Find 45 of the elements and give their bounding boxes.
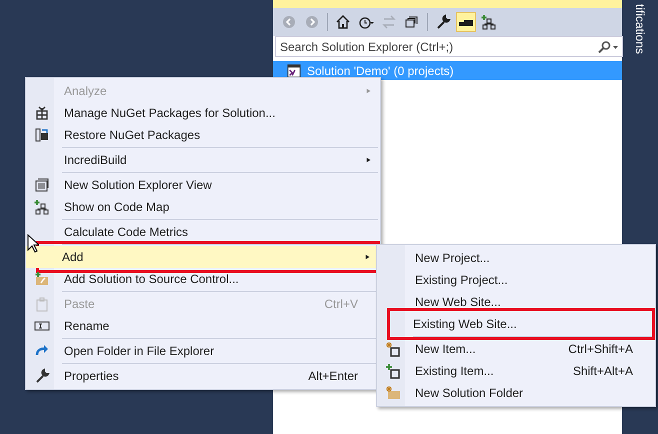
forward-icon	[304, 14, 320, 30]
menu-item[interactable]: Restore NuGet Packages	[28, 124, 378, 146]
menu-item[interactable]: Open Folder in File Explorer	[28, 340, 378, 362]
submenu-arrow-icon	[366, 87, 372, 95]
new-item-icon	[385, 341, 401, 357]
menu-item[interactable]: Properties Alt+Enter	[28, 365, 378, 387]
menu-item[interactable]: Existing Item... Shift+Alt+A	[379, 360, 653, 382]
menu-item[interactable]: New Project...	[379, 247, 653, 269]
menu-item[interactable]: New Solution Folder	[379, 382, 653, 404]
menu-item[interactable]: Existing Project...	[379, 269, 653, 291]
shortcut-text: Alt+Enter	[308, 368, 358, 385]
submenu-arrow-icon	[365, 253, 371, 261]
menu-item[interactable]: Show on Code Map	[28, 196, 378, 218]
menu-item[interactable]: Manage NuGet Packages for Solution...	[28, 102, 378, 124]
menu-item[interactable]: New Item... Ctrl+Shift+A	[379, 338, 653, 360]
shortcut-text: Shift+Alt+A	[572, 363, 633, 380]
search-field[interactable]: Search Solution Explorer (Ctrl+;)	[275, 36, 623, 57]
menu-item[interactable]: New Solution Explorer View	[28, 174, 378, 196]
mouse-cursor-icon	[27, 234, 39, 253]
clipboard-icon	[34, 296, 50, 312]
menu-item[interactable]: Add Solution to Source Control...	[28, 268, 378, 290]
restore-icon	[34, 127, 50, 143]
menu-item[interactable]: Calculate Code Metrics	[28, 221, 378, 243]
wrench-icon	[34, 368, 50, 384]
menu-item[interactable]: Rename	[28, 315, 378, 337]
code-map-icon	[34, 199, 50, 215]
collapse-icon	[404, 14, 420, 30]
code-map-icon	[481, 14, 497, 30]
submenu-arrow-icon	[366, 156, 372, 164]
menu-item[interactable]: Existing Web Site...	[377, 313, 652, 335]
menu-item[interactable]: Add	[26, 246, 377, 268]
solution-icon	[287, 64, 301, 78]
window-icon	[34, 177, 50, 193]
source-control-icon	[34, 271, 50, 287]
menu-item[interactable]: IncrediBuild	[28, 149, 378, 171]
back-icon	[281, 14, 297, 30]
shortcut-text: Ctrl+Shift+A	[568, 341, 633, 358]
sync-icon	[381, 14, 397, 30]
add-item-icon	[385, 363, 401, 379]
home-icon	[335, 14, 351, 30]
new-folder-icon	[385, 385, 401, 401]
shortcut-text: Ctrl+V	[324, 296, 358, 313]
package-icon	[34, 105, 50, 121]
toolbar-button[interactable]	[456, 12, 476, 32]
wrench-icon	[435, 14, 451, 30]
